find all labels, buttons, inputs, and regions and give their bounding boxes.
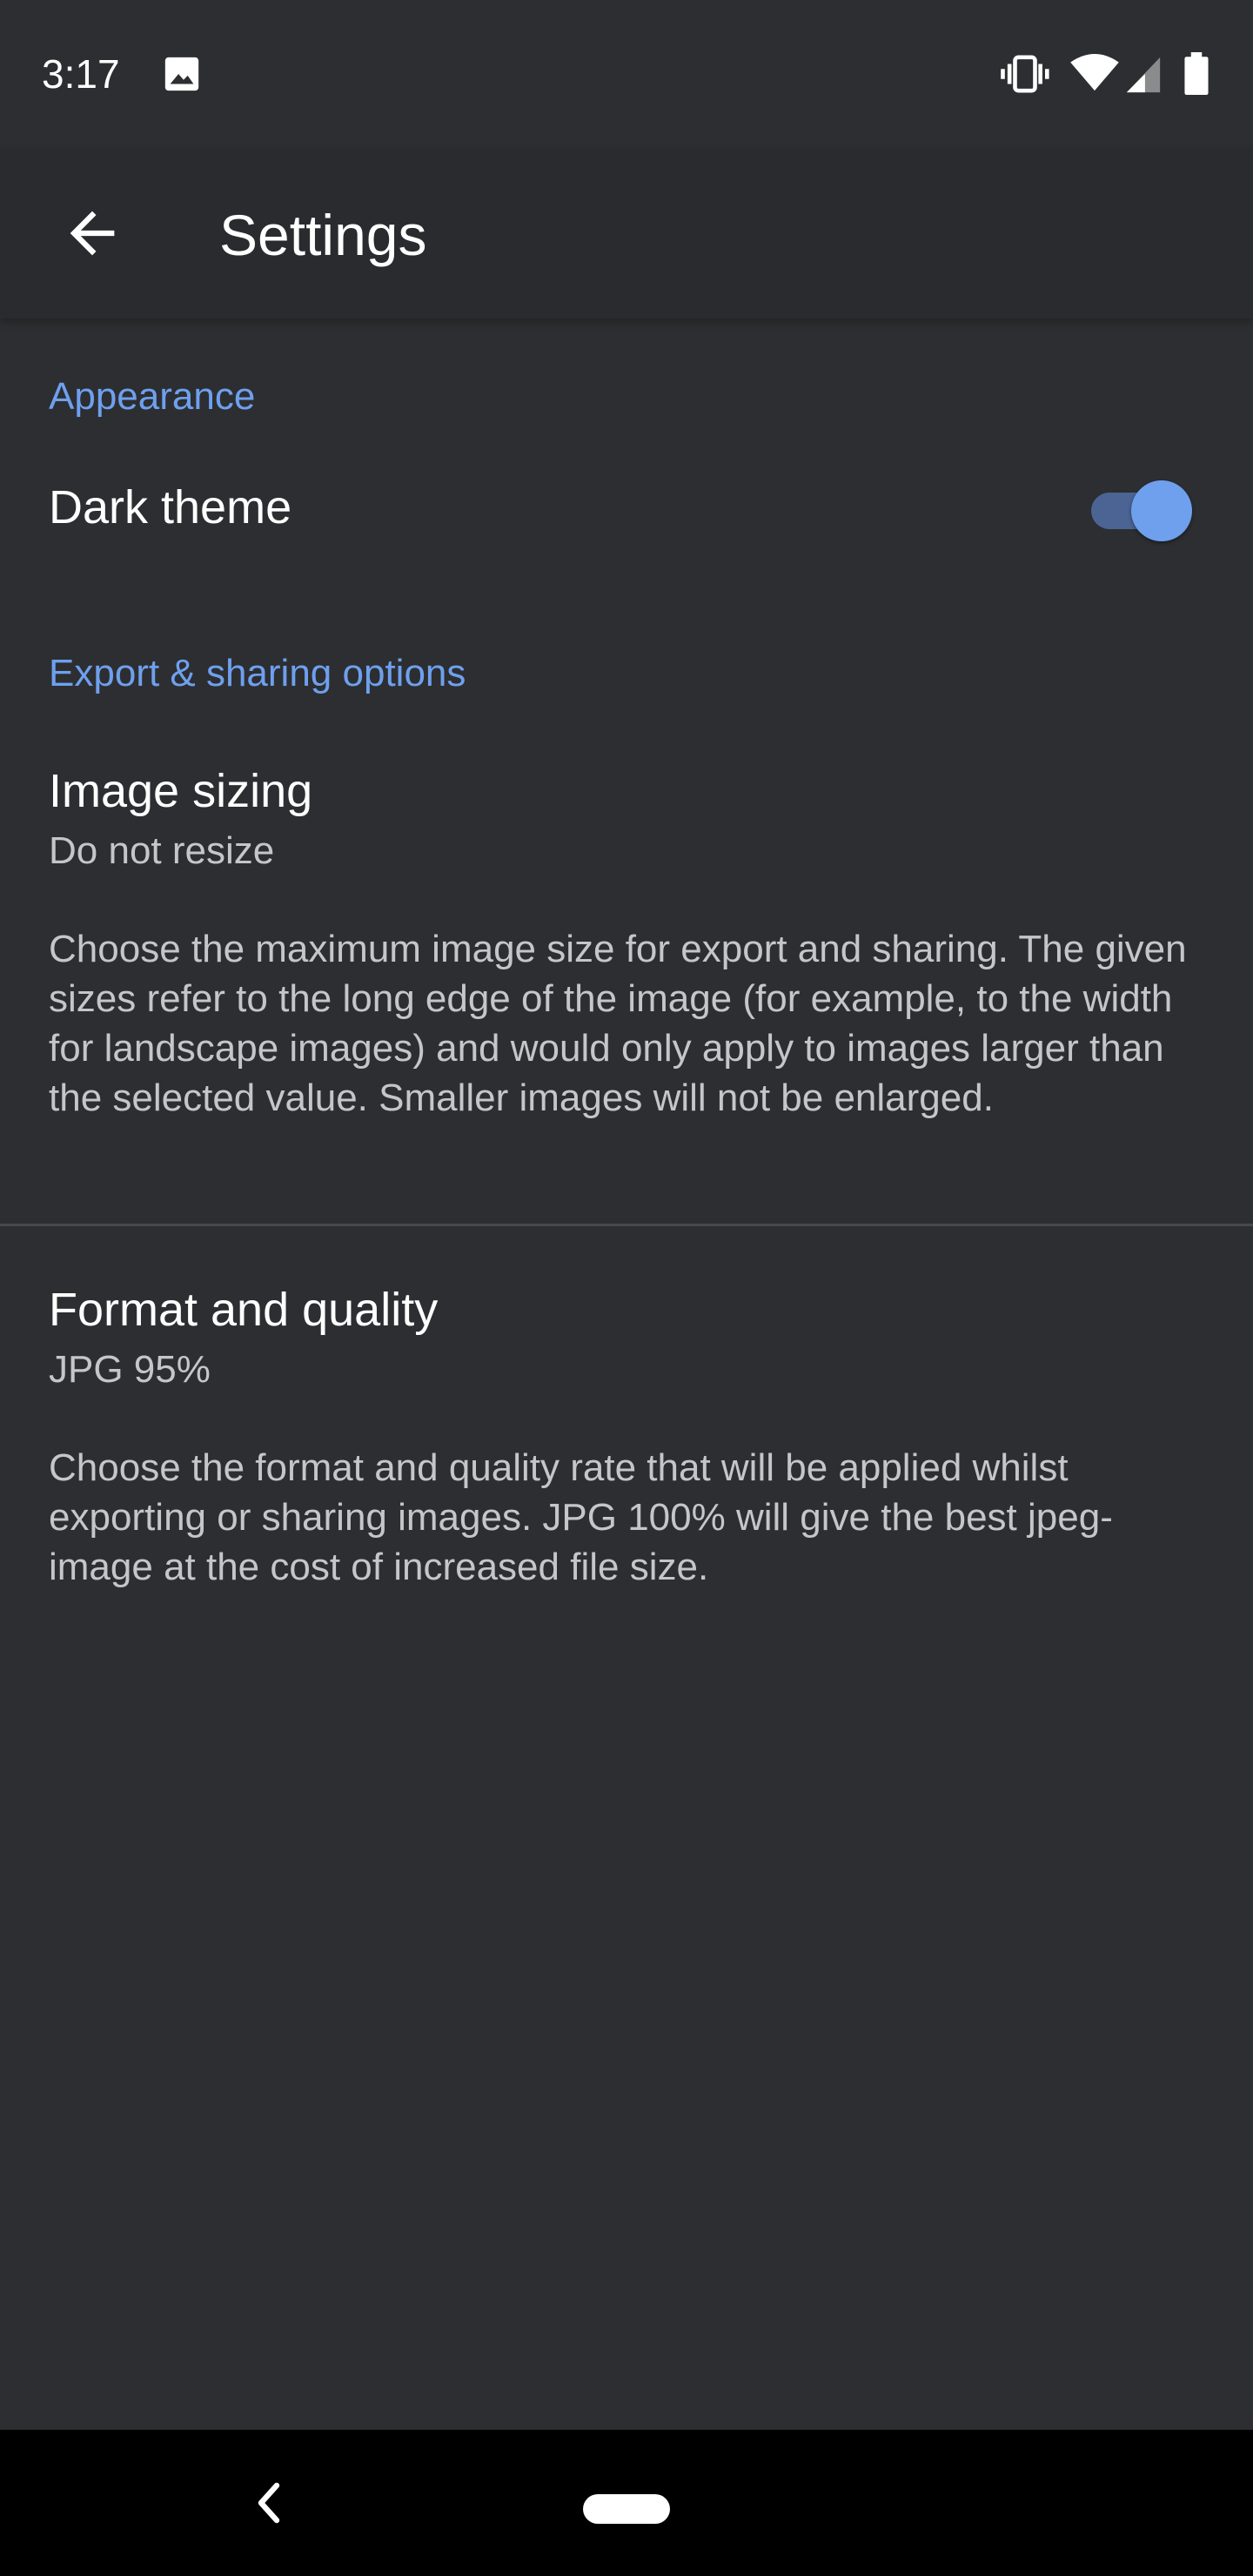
pref-image-sizing-title: Image sizing [49, 765, 313, 817]
nav-back-button[interactable] [235, 2465, 305, 2541]
pref-format-quality-title: Format and quality [49, 1284, 439, 1336]
back-button[interactable] [42, 183, 143, 284]
nav-home-button[interactable] [583, 2482, 670, 2526]
vibrate-icon [1001, 55, 1049, 93]
signal-icon [1126, 57, 1161, 93]
home-pill-icon [583, 2494, 670, 2524]
pref-image-sizing-summary: Do not resize [49, 829, 275, 872]
pref-format-quality[interactable]: Format and quality JPG 95% Choose the fo… [0, 1227, 1253, 1610]
pref-image-sizing-description: Choose the maximum image size for export… [49, 928, 1187, 1119]
navigation-bar [0, 2430, 1253, 2576]
page-title: Settings [219, 203, 427, 267]
divider [0, 1224, 1253, 1226]
dark-theme-toggle[interactable] [1091, 477, 1196, 545]
status-bar: 3:17 [0, 0, 1253, 148]
pref-image-sizing[interactable]: Image sizing Do not resize Choose the ma… [0, 731, 1253, 1224]
wifi-icon [1070, 54, 1119, 91]
gallery-icon [164, 57, 199, 91]
pref-dark-theme-title: Dark theme [49, 481, 292, 533]
pref-dark-theme[interactable]: Dark theme [0, 435, 1253, 592]
pref-format-quality-description: Choose the format and quality rate that … [49, 1446, 1113, 1588]
section-header-appearance: Appearance [49, 375, 256, 418]
pref-format-quality-summary: JPG 95% [49, 1348, 211, 1391]
battery-icon [1184, 52, 1209, 95]
section-header-export: Export & sharing options [49, 652, 466, 694]
toggle-thumb [1131, 480, 1192, 541]
settings-screen: 3:17 Settings Appearance Dark theme Expo… [0, 0, 1253, 2576]
status-time: 3:17 [42, 51, 120, 97]
nav-back-icon [258, 2482, 280, 2524]
arrow-back-icon [70, 211, 115, 256]
app-bar: Settings [0, 148, 1253, 319]
